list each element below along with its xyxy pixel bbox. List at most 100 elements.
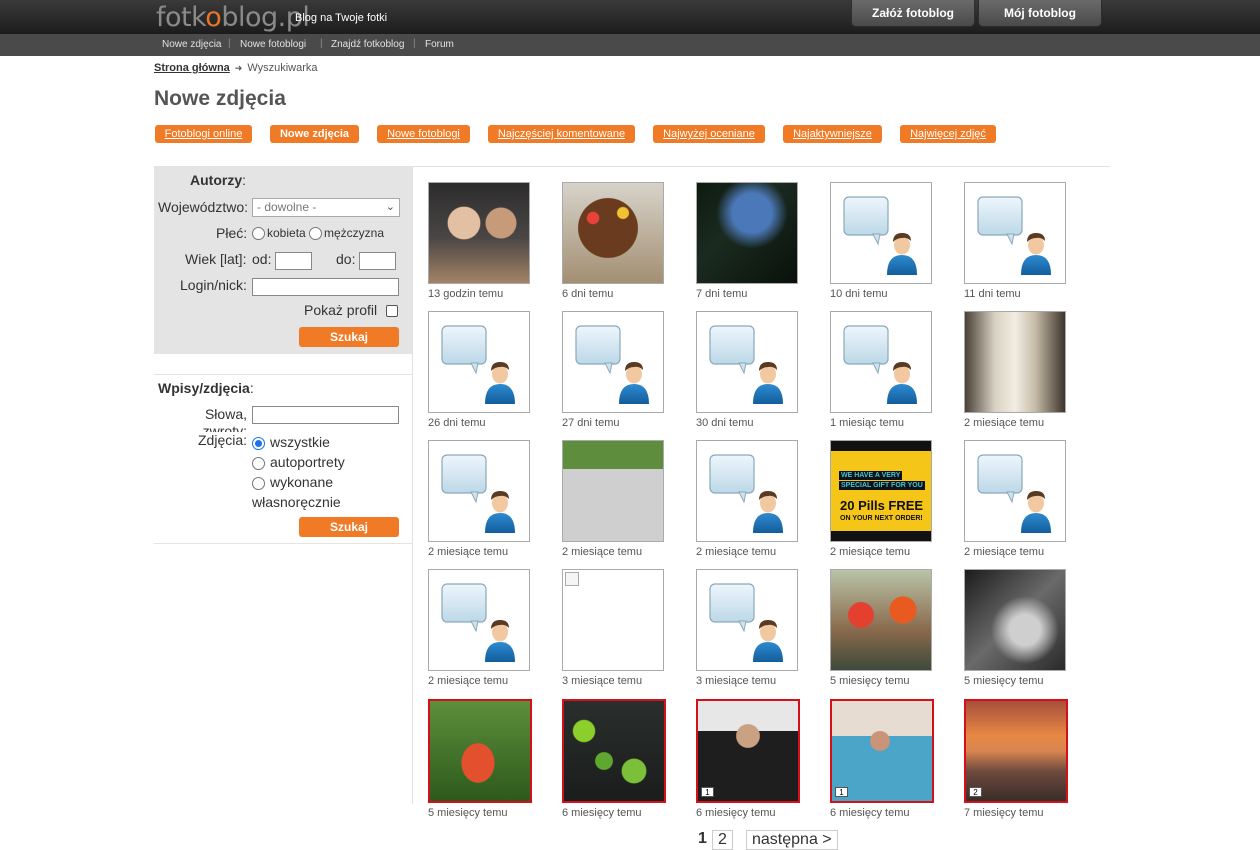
age-to-input[interactable]	[359, 252, 396, 270]
gender-label: Płeć:	[216, 225, 248, 241]
words-input[interactable]	[252, 406, 399, 424]
nav-bar: Nowe zdjęcia | Nowe fotoblogi | Znajdź f…	[0, 34, 1260, 56]
photos-self-radio[interactable]	[252, 457, 265, 470]
photo-thumbnail-no-image[interactable]	[830, 311, 932, 413]
page-2-link[interactable]: 2	[712, 830, 733, 850]
photo-thumbnail-no-image[interactable]	[830, 182, 932, 284]
photo-thumbnail[interactable]	[562, 699, 666, 803]
photo-thumbnail[interactable]	[562, 440, 664, 542]
photo-thumbnail[interactable]: WE HAVE A VERY SPECIAL GIFT FOR YOU 20 Pil…	[830, 440, 932, 542]
entries-heading: Wpisy/zdjęcia:	[158, 380, 254, 396]
photo-caption: 7 miesięcy temu	[964, 807, 1044, 819]
breadcrumb-current: Wyszukiwarka	[247, 62, 318, 74]
page-1-current: 1	[698, 830, 707, 847]
photo-caption: 2 miesiące temu	[428, 546, 509, 558]
my-fotoblog-button[interactable]: Mój fotoblog	[978, 0, 1102, 27]
nav-item-new-fotoblogs[interactable]: Nowe fotoblogi	[240, 39, 306, 50]
photo-thumbnail-no-image[interactable]	[964, 182, 1066, 284]
photo-thumbnail-no-image[interactable]	[428, 569, 530, 671]
photo-thumbnail-no-image[interactable]	[696, 440, 798, 542]
photos-handmade-radio[interactable]	[252, 477, 265, 490]
site-tagline: Blog na Twoje fotki	[295, 12, 388, 24]
photo-thumbnail[interactable]	[964, 569, 1066, 671]
photo-caption: 6 dni temu	[562, 288, 614, 300]
ad-text-1: WE HAVE A VERY	[839, 471, 903, 480]
photos-label: Zdjęcia:	[198, 432, 248, 448]
age-from-label: od:	[252, 251, 272, 267]
photo-caption: 2 miesiące temu	[964, 417, 1045, 429]
tab-fotoblogi-online[interactable]: Fotoblogi online	[155, 125, 252, 143]
tab-new-photos[interactable]: Nowe zdjęcia	[270, 125, 359, 143]
photo-thumbnail[interactable]	[562, 182, 664, 284]
photo-thumbnail[interactable]	[696, 182, 798, 284]
gender-female-radio[interactable]	[252, 227, 265, 240]
tab-new-fotoblogs[interactable]: Nowe fotoblogi	[377, 125, 470, 143]
nav-item-new-photos[interactable]: Nowe zdjęcia	[162, 39, 221, 50]
photo-caption: 5 miesięcy temu	[830, 675, 910, 687]
photo-thumbnail[interactable]	[428, 182, 530, 284]
photo-caption: 13 godzin temu	[428, 288, 504, 300]
photo-caption: 30 dni temu	[696, 417, 754, 429]
photo-thumbnail-no-image[interactable]	[428, 311, 530, 413]
photo-caption: 6 miesięcy temu	[562, 807, 642, 819]
nav-separator: |	[413, 38, 416, 49]
gender-male-radio[interactable]	[309, 227, 322, 240]
photo-thumbnail[interactable]: 1	[696, 699, 800, 803]
photo-caption: 2 miesiące temu	[696, 546, 777, 558]
nav-item-forum[interactable]: Forum	[425, 39, 454, 50]
region-select[interactable]: - dowolne - ⌄	[252, 198, 400, 217]
photo-caption: 26 dni temu	[428, 417, 486, 429]
chevron-down-icon: ⌄	[385, 201, 395, 213]
show-profile-checkbox[interactable]	[386, 305, 398, 317]
photos-handmade-label-2: własnoręcznie	[252, 494, 341, 510]
authors-heading: Autorzy:	[190, 172, 247, 188]
photo-caption: 5 miesięcy temu	[964, 675, 1044, 687]
login-input[interactable]	[252, 278, 399, 296]
site-logo[interactable]: fotkoblog.pl	[156, 2, 310, 33]
photo-caption: 2 miesiące temu	[562, 546, 643, 558]
entries-search-button[interactable]: Szukaj	[299, 517, 399, 537]
login-label: Login/nick:	[180, 277, 247, 293]
photo-thumbnail[interactable]	[830, 569, 932, 671]
photo-caption: 3 miesiące temu	[562, 675, 643, 687]
photo-thumbnail[interactable]: 1	[830, 699, 934, 803]
create-fotoblog-button[interactable]: Załóż fotoblog	[851, 0, 975, 27]
tab-top-rated[interactable]: Najwyżej oceniane	[653, 125, 765, 143]
photo-thumbnail-no-image[interactable]	[964, 440, 1066, 542]
photo-thumbnail-no-image[interactable]	[696, 569, 798, 671]
tab-most-photos[interactable]: Najwięcej zdjęć	[900, 125, 996, 143]
gender-female-label: kobieta	[267, 226, 306, 240]
photo-thumbnail-no-image[interactable]	[696, 311, 798, 413]
photo-caption: 3 miesiące temu	[696, 675, 777, 687]
breadcrumb-arrow-icon: ➜	[234, 63, 243, 73]
age-to-label: do:	[336, 251, 356, 267]
photo-caption: 2 miesiące temu	[428, 675, 509, 687]
column-divider	[412, 167, 413, 804]
photo-caption: 6 miesięcy temu	[830, 807, 910, 819]
nav-item-find[interactable]: Znajdź fotkoblog	[331, 39, 404, 50]
breadcrumb-home-link[interactable]: Strona główna	[154, 62, 230, 74]
photo-caption: 7 dni temu	[696, 288, 748, 300]
photos-self-label: autoportrety	[270, 454, 345, 470]
photos-all-radio[interactable]	[252, 437, 265, 450]
photos-handmade-label-1: wykonane	[270, 474, 334, 490]
tab-most-active[interactable]: Najaktywniejsze	[783, 125, 882, 143]
photo-thumbnail[interactable]	[964, 311, 1066, 413]
photo-thumbnail-no-image[interactable]	[428, 440, 530, 542]
authors-search-button[interactable]: Szukaj	[299, 327, 399, 347]
photo-thumbnail[interactable]	[428, 699, 532, 803]
ad-text-2: SPECIAL GIFT FOR YOU	[839, 481, 925, 490]
next-page-link[interactable]: następna >	[746, 830, 838, 850]
tab-most-commented[interactable]: Najczęściej komentowane	[488, 125, 635, 143]
photo-caption: 1 miesiąc temu	[830, 417, 904, 429]
nav-separator: |	[320, 38, 323, 49]
show-profile-label: Pokaż profil	[304, 302, 378, 318]
photo-thumbnail-no-image[interactable]	[562, 311, 664, 413]
photo-caption: 5 miesięcy temu	[428, 807, 508, 819]
gender-male-label: mężczyzna	[324, 226, 385, 240]
photo-thumbnail[interactable]: 2	[964, 699, 1068, 803]
age-from-input[interactable]	[275, 252, 312, 270]
photo-thumbnail[interactable]	[562, 569, 664, 671]
photo-count-badge: 2	[969, 787, 982, 797]
ad-text-3: 20 Pills FREE	[840, 498, 924, 513]
